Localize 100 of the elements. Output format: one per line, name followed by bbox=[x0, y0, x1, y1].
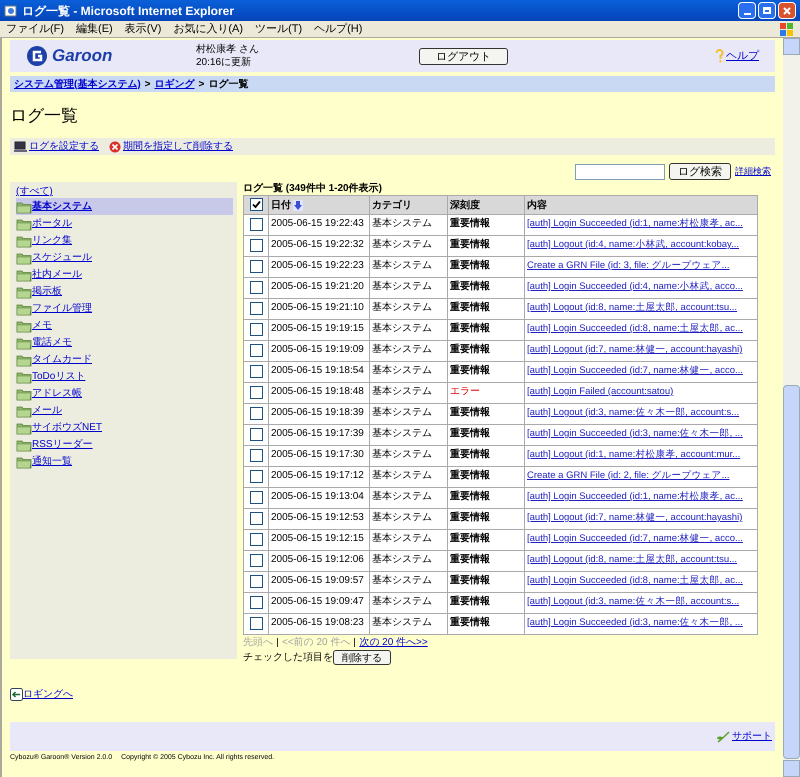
category-item[interactable]: RSSリーダー bbox=[16, 436, 233, 453]
checkbox[interactable] bbox=[250, 470, 262, 483]
date-cell: 2005-06-15 19:17:39 bbox=[268, 424, 370, 446]
help-link[interactable]: ヘルプ bbox=[726, 48, 759, 64]
checkbox[interactable] bbox=[250, 260, 262, 273]
checkbox[interactable] bbox=[250, 512, 262, 525]
logout-button[interactable]: ログアウト bbox=[418, 48, 508, 64]
checkbox[interactable] bbox=[250, 281, 262, 294]
all-categories-link[interactable]: (すべて) bbox=[16, 184, 237, 198]
date-cell: 2005-06-15 19:09:47 bbox=[268, 592, 370, 614]
severity-cell: 重要情報 bbox=[448, 614, 524, 634]
checkbox[interactable] bbox=[250, 596, 262, 609]
checkbox[interactable] bbox=[250, 302, 262, 315]
column-header[interactable]: 日付 bbox=[268, 196, 370, 214]
search-button[interactable]: ログ検索 bbox=[669, 163, 731, 180]
category-item[interactable]: ToDoリスト bbox=[16, 368, 233, 385]
date-cell: 2005-06-15 19:13:04 bbox=[268, 488, 370, 508]
menu-item[interactable]: 表示(V) bbox=[118, 20, 168, 38]
category-item[interactable]: 社内メール bbox=[16, 266, 233, 283]
checkbox[interactable] bbox=[250, 428, 262, 441]
folder-icon bbox=[16, 284, 32, 298]
breadcrumb-link[interactable]: ロギング bbox=[154, 76, 195, 92]
menu-item[interactable]: お気に入り(A) bbox=[167, 20, 250, 38]
search-field[interactable] bbox=[575, 164, 665, 180]
category-item[interactable]: メール bbox=[16, 402, 233, 419]
category-item[interactable]: 掲示板 bbox=[16, 283, 233, 300]
menu-item[interactable]: ファイル(F) bbox=[0, 20, 70, 38]
category-item[interactable]: ファイル管理 bbox=[16, 300, 233, 317]
date-cell: 2005-06-15 19:19:15 bbox=[268, 320, 370, 340]
logo: Garoon bbox=[26, 43, 196, 69]
category-item[interactable]: 電話メモ bbox=[16, 334, 233, 351]
category-item[interactable]: サイボウズNET bbox=[16, 419, 233, 436]
category-cell: 基本システム bbox=[370, 572, 448, 592]
folder-icon bbox=[16, 404, 32, 418]
maximize-button[interactable] bbox=[758, 2, 776, 19]
category-cell: 基本システム bbox=[370, 362, 448, 382]
delete-icon bbox=[109, 140, 121, 152]
checkbox[interactable] bbox=[250, 491, 262, 504]
folder-icon bbox=[16, 454, 32, 468]
severity-cell: 重要情報 bbox=[448, 362, 524, 382]
severity-cell: 重要情報 bbox=[448, 256, 524, 278]
action-link[interactable]: ログを設定する bbox=[29, 139, 99, 154]
scrollbar[interactable] bbox=[783, 38, 800, 777]
date-cell: 2005-06-15 19:22:32 bbox=[268, 236, 370, 256]
category-item[interactable]: 基本システム bbox=[16, 198, 233, 215]
sort-down-icon bbox=[293, 200, 303, 210]
close-button[interactable] bbox=[778, 2, 796, 19]
breadcrumb-text: > bbox=[144, 78, 151, 92]
pagination-link[interactable]: 次の 20 件へ>> bbox=[359, 635, 428, 650]
menu-item[interactable]: 編集(E) bbox=[70, 20, 119, 38]
checkbox[interactable] bbox=[250, 323, 262, 336]
checkbox[interactable] bbox=[250, 365, 262, 378]
checkbox[interactable] bbox=[250, 218, 262, 231]
back-link[interactable]: ロギングへ bbox=[23, 687, 73, 702]
window-title: ログ一覧 - Microsoft Internet Explorer bbox=[22, 2, 234, 20]
category-item[interactable]: アドレス帳 bbox=[16, 385, 233, 402]
severity-cell: 重要情報 bbox=[448, 298, 524, 320]
advanced-search-link[interactable]: 詳細検索 bbox=[735, 164, 771, 178]
support-link[interactable]: サポート bbox=[732, 729, 772, 744]
category-item[interactable]: 通知一覧 bbox=[16, 453, 233, 470]
checkbox[interactable] bbox=[250, 344, 262, 357]
category-cell: 基本システム bbox=[370, 550, 448, 572]
checkbox[interactable] bbox=[250, 386, 262, 399]
severity-cell: 重要情報 bbox=[448, 446, 524, 466]
category-cell: 基本システム bbox=[370, 278, 448, 298]
sprout-icon bbox=[716, 730, 730, 742]
category-item[interactable]: タイムカード bbox=[16, 351, 233, 368]
folder-icon bbox=[16, 370, 32, 384]
date-cell: 2005-06-15 19:22:43 bbox=[268, 214, 370, 236]
checkbox[interactable] bbox=[250, 575, 262, 588]
breadcrumb-text: > bbox=[198, 78, 204, 92]
folder-icon bbox=[16, 302, 32, 316]
breadcrumb-link[interactable]: システム管理(基本システム) bbox=[14, 76, 141, 92]
category-item[interactable]: スケジュール bbox=[16, 249, 233, 266]
category-cell: 基本システム bbox=[370, 236, 448, 256]
back-arrow-icon bbox=[10, 688, 23, 701]
category-item[interactable]: ポータル bbox=[16, 215, 233, 232]
action-link[interactable]: 期間を指定して削除する bbox=[123, 139, 233, 154]
logo-icon bbox=[26, 45, 48, 67]
checkbox[interactable] bbox=[250, 198, 262, 210]
date-cell: 2005-06-15 19:21:10 bbox=[268, 298, 370, 320]
category-cell: 基本システム bbox=[370, 320, 448, 340]
checkbox[interactable] bbox=[250, 533, 262, 546]
category-item[interactable]: メモ bbox=[16, 317, 233, 334]
checkbox[interactable] bbox=[250, 407, 262, 420]
checkbox[interactable] bbox=[250, 239, 262, 252]
page-title: ログ一覧 bbox=[10, 105, 79, 127]
checkbox[interactable] bbox=[250, 449, 262, 462]
delete-button[interactable]: 削除する bbox=[333, 650, 391, 665]
severity-cell: 重要情報 bbox=[448, 508, 524, 530]
category-cell: 基本システム bbox=[370, 340, 448, 362]
checkbox[interactable] bbox=[250, 617, 262, 630]
category-item[interactable]: リンク集 bbox=[16, 232, 233, 249]
update-time: 20:16に更新 bbox=[196, 56, 252, 69]
minimize-button[interactable] bbox=[738, 2, 756, 19]
checkbox[interactable] bbox=[250, 554, 262, 567]
folder-icon bbox=[16, 352, 32, 366]
menu-item[interactable]: ツール(T) bbox=[249, 20, 308, 38]
menu-item[interactable]: ヘルプ(H) bbox=[308, 20, 368, 38]
category-cell: 基本システム bbox=[370, 592, 448, 614]
